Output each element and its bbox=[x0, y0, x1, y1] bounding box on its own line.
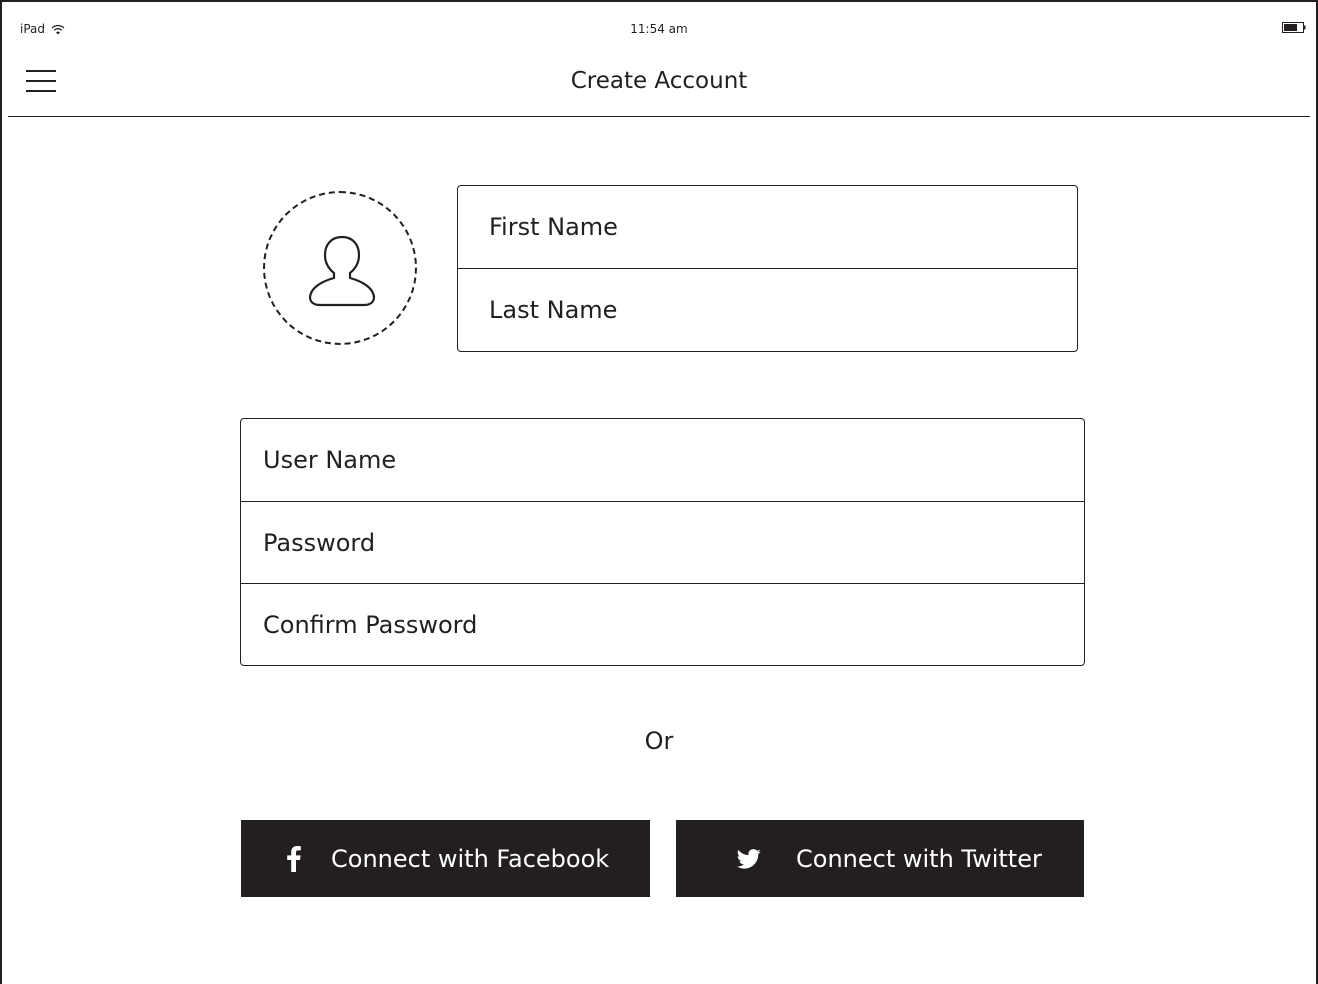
facebook-icon bbox=[285, 845, 303, 872]
name-fields-group bbox=[457, 185, 1078, 352]
credential-fields-group bbox=[240, 418, 1085, 666]
username-input[interactable] bbox=[241, 419, 1084, 501]
last-name-input[interactable] bbox=[458, 268, 1077, 350]
connect-facebook-button[interactable]: Connect with Facebook bbox=[241, 820, 650, 897]
or-divider-text: Or bbox=[644, 727, 674, 755]
twitter-icon bbox=[736, 848, 762, 869]
user-silhouette-icon bbox=[308, 235, 376, 307]
password-input[interactable] bbox=[241, 501, 1084, 583]
facebook-button-label: Connect with Facebook bbox=[331, 844, 610, 873]
twitter-button-label: Connect with Twitter bbox=[796, 844, 1042, 873]
connect-twitter-button[interactable]: Connect with Twitter bbox=[676, 820, 1084, 897]
navigation-bar: Create Account bbox=[8, 46, 1310, 117]
confirm-password-input[interactable] bbox=[241, 583, 1084, 665]
status-bar: iPad 11:54 am bbox=[0, 12, 1318, 44]
first-name-input[interactable] bbox=[458, 186, 1077, 268]
profile-photo-picker[interactable] bbox=[263, 191, 417, 345]
battery-icon bbox=[1282, 22, 1306, 33]
page-title: Create Account bbox=[570, 68, 748, 94]
status-time: 11:54 am bbox=[630, 22, 688, 36]
